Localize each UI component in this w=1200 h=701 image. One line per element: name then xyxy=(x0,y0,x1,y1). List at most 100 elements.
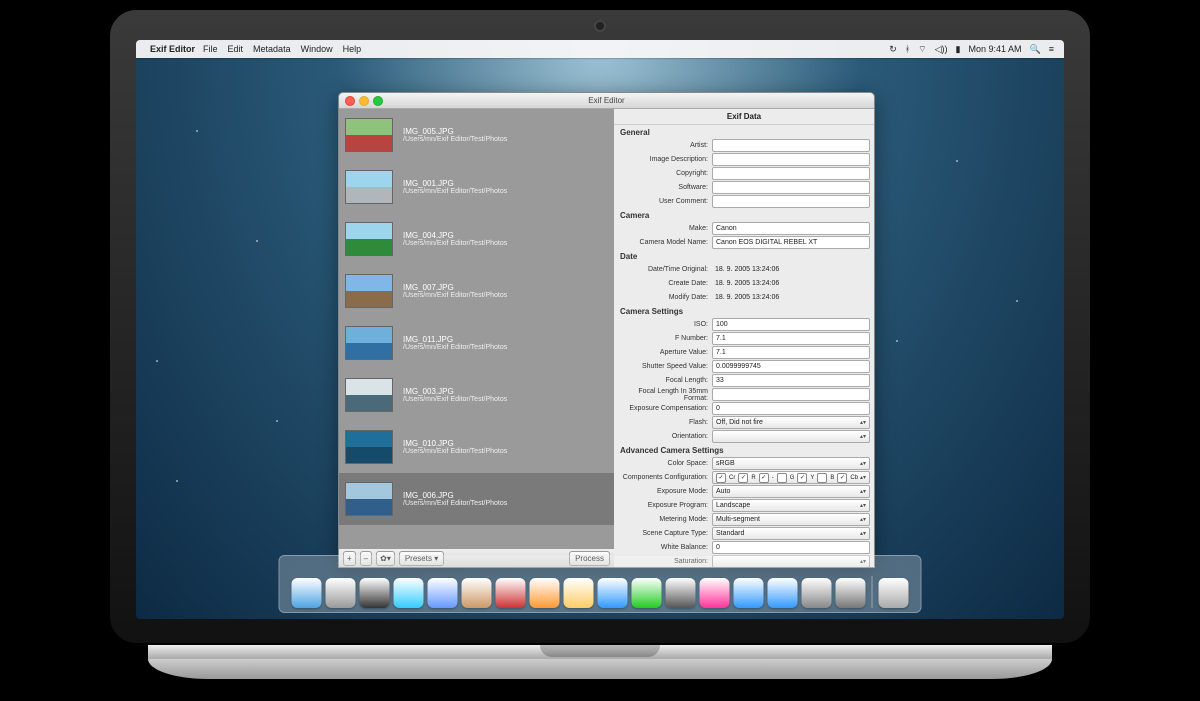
field-input[interactable]: Canon xyxy=(712,222,870,235)
file-path: /Users/mn/Exif Editor/Test/Photos xyxy=(403,344,507,351)
dock-app-launchpad[interactable] xyxy=(326,578,356,608)
field-input[interactable] xyxy=(712,195,870,208)
wifi-icon[interactable]: ⌔ xyxy=(918,44,926,55)
dock-app-messages[interactable] xyxy=(598,578,628,608)
dock-app-mail[interactable] xyxy=(428,578,458,608)
field-input[interactable] xyxy=(712,167,870,180)
field-select[interactable]: Standard▴▾ xyxy=(712,527,870,540)
dock-app-reminders[interactable] xyxy=(530,578,560,608)
dock-app-facetime[interactable] xyxy=(632,578,662,608)
components-config[interactable]: ✓Cr✓R✓-G✓YB✓Cb▴▾ xyxy=(712,471,870,484)
field-select[interactable]: ▴▾ xyxy=(712,430,870,443)
checkbox[interactable]: ✓ xyxy=(716,473,726,483)
field-select[interactable]: Multi-segment▴▾ xyxy=(712,513,870,526)
field-input[interactable] xyxy=(712,153,870,166)
file-row[interactable]: IMG_006.JPG/Users/mn/Exif Editor/Test/Ph… xyxy=(339,473,614,525)
metadata-form-pane: Exif Data GeneralArtist:Image Descriptio… xyxy=(614,109,874,567)
menubar: Exif Editor File Edit Metadata Window He… xyxy=(136,40,1064,58)
file-row[interactable]: IMG_003.JPG/Users/mn/Exif Editor/Test/Ph… xyxy=(339,369,614,421)
checkbox[interactable]: ✓ xyxy=(738,473,748,483)
file-name: IMG_006.JPG xyxy=(403,491,507,500)
dock-app-notes[interactable] xyxy=(564,578,594,608)
file-list[interactable]: IMG_005.JPG/Users/mn/Exif Editor/Test/Ph… xyxy=(339,109,614,548)
file-row[interactable]: IMG_004.JPG/Users/mn/Exif Editor/Test/Ph… xyxy=(339,213,614,265)
checkbox[interactable]: ✓ xyxy=(759,473,769,483)
clock[interactable]: Mon 9:41 AM xyxy=(968,44,1021,54)
dock-app-iphoto[interactable] xyxy=(700,578,730,608)
file-row[interactable]: IMG_011.JPG/Users/mn/Exif Editor/Test/Ph… xyxy=(339,317,614,369)
menu-file[interactable]: File xyxy=(203,44,218,54)
checkbox[interactable]: ✓ xyxy=(797,473,807,483)
field-input[interactable]: 33 xyxy=(712,374,870,387)
form-scroll[interactable]: GeneralArtist:Image Description:Copyrigh… xyxy=(614,125,874,567)
field-label: Artist: xyxy=(618,142,712,149)
dock-app-finder[interactable] xyxy=(292,578,322,608)
file-row[interactable]: IMG_005.JPG/Users/mn/Exif Editor/Test/Ph… xyxy=(339,109,614,161)
volume-icon[interactable]: ◁)) xyxy=(935,44,948,55)
field-label: Components Configuration: xyxy=(618,474,712,481)
dock-app-contacts[interactable] xyxy=(462,578,492,608)
dock-app-mission[interactable] xyxy=(360,578,390,608)
field-input[interactable]: 7.1 xyxy=(712,332,870,345)
bluetooth-icon[interactable]: ᚼ xyxy=(905,44,910,54)
laptop-frame: Exif Editor File Edit Metadata Window He… xyxy=(108,8,1092,645)
dock-app-preview[interactable] xyxy=(802,578,832,608)
field-input[interactable]: Canon EOS DIGITAL REBEL XT xyxy=(712,236,870,249)
field-input[interactable]: 0 xyxy=(712,541,870,554)
section-header: Date xyxy=(620,252,870,261)
dock-app-calendar[interactable] xyxy=(496,578,526,608)
dock-app-photobooth[interactable] xyxy=(666,578,696,608)
dock-app-appstore[interactable] xyxy=(768,578,798,608)
close-button[interactable] xyxy=(345,96,355,106)
titlebar[interactable]: Exif Editor xyxy=(339,93,874,109)
desktop: Exif Editor File Edit Metadata Window He… xyxy=(136,40,1064,619)
dock-app-trash[interactable] xyxy=(879,578,909,608)
minimize-button[interactable] xyxy=(359,96,369,106)
thumbnail xyxy=(345,430,393,464)
thumbnail xyxy=(345,326,393,360)
file-row[interactable]: IMG_001.JPG/Users/mn/Exif Editor/Test/Ph… xyxy=(339,161,614,213)
menu-help[interactable]: Help xyxy=(343,44,362,54)
battery-icon[interactable]: ▮ xyxy=(956,44,961,55)
window-title: Exif Editor xyxy=(588,96,624,105)
field-input[interactable] xyxy=(712,388,870,401)
thumbnail xyxy=(345,118,393,152)
menu-metadata[interactable]: Metadata xyxy=(253,44,291,54)
dropdown-arrow-icon: ▴▾ xyxy=(860,433,866,440)
thumbnail xyxy=(345,274,393,308)
file-path: /Users/mn/Exif Editor/Test/Photos xyxy=(403,292,507,299)
file-row[interactable]: IMG_010.JPG/Users/mn/Exif Editor/Test/Ph… xyxy=(339,421,614,473)
form-header: Exif Data xyxy=(614,109,874,125)
menu-window[interactable]: Window xyxy=(301,44,333,54)
field-input[interactable]: 7.1 xyxy=(712,346,870,359)
dock-app-sysprefs[interactable] xyxy=(836,578,866,608)
field-select[interactable]: Auto▴▾ xyxy=(712,485,870,498)
field-label: Date/Time Original: xyxy=(618,266,712,273)
field-label: Create Date: xyxy=(618,280,712,287)
field-label: ISO: xyxy=(618,321,712,328)
field-select[interactable]: Landscape▴▾ xyxy=(712,499,870,512)
field-input[interactable]: 0 xyxy=(712,402,870,415)
field-input[interactable]: 0.0099999745 xyxy=(712,360,870,373)
file-row[interactable]: IMG_007.JPG/Users/mn/Exif Editor/Test/Ph… xyxy=(339,265,614,317)
menu-edit[interactable]: Edit xyxy=(228,44,244,54)
zoom-button[interactable] xyxy=(373,96,383,106)
field-value: 18. 9. 2005 13:24:06 xyxy=(712,266,870,273)
checkbox[interactable] xyxy=(777,473,787,483)
checkbox[interactable] xyxy=(817,473,827,483)
field-select[interactable]: Off, Did not fire▴▾ xyxy=(712,416,870,429)
notification-icon[interactable]: ≡ xyxy=(1049,44,1054,54)
dock-app-itunes[interactable] xyxy=(734,578,764,608)
timemachine-icon[interactable]: ↻ xyxy=(889,44,897,55)
dock-app-safari[interactable] xyxy=(394,578,424,608)
thumbnail xyxy=(345,170,393,204)
app-menu[interactable]: Exif Editor xyxy=(150,44,195,54)
checkbox[interactable]: ✓ xyxy=(837,473,847,483)
field-input[interactable] xyxy=(712,139,870,152)
field-input[interactable]: 100 xyxy=(712,318,870,331)
spotlight-icon[interactable]: 🔍 xyxy=(1030,44,1041,55)
field-input[interactable] xyxy=(712,181,870,194)
field-select[interactable]: sRGB▴▾ xyxy=(712,457,870,470)
section-header: General xyxy=(620,128,870,137)
file-path: /Users/mn/Exif Editor/Test/Photos xyxy=(403,448,507,455)
